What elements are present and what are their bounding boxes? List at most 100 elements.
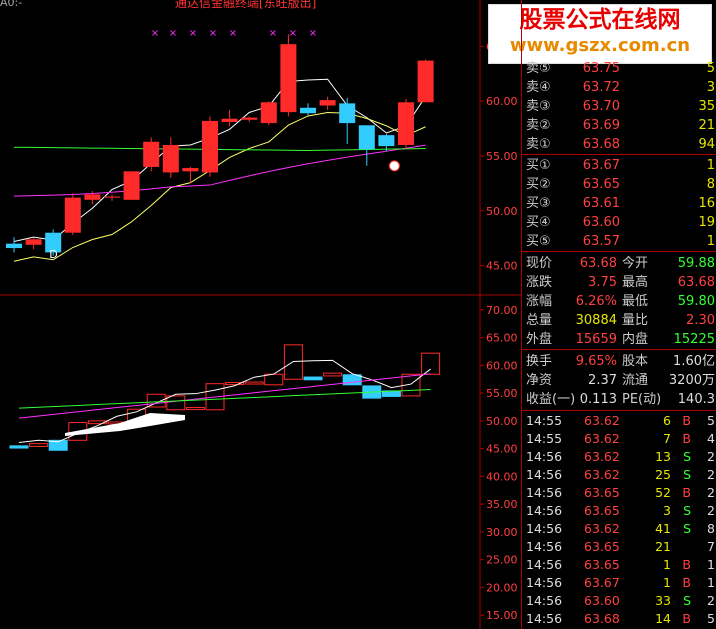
tick-side: B bbox=[682, 557, 691, 572]
finance-value: 3200万 bbox=[668, 373, 715, 388]
bid-row[interactable]: 买① 63.67 1 bbox=[522, 157, 716, 175]
bid-volume: 19 bbox=[698, 215, 715, 230]
formula-bar-up bbox=[264, 373, 284, 386]
bid-volume: 16 bbox=[698, 196, 715, 211]
bid-row[interactable]: 买⑤ 63.57 1 bbox=[522, 233, 716, 251]
tick-side: S bbox=[683, 521, 691, 536]
tick-time: 14:56 bbox=[526, 467, 563, 482]
finance-label: 换手 bbox=[526, 354, 553, 369]
tick-time: 14:56 bbox=[526, 521, 563, 536]
tick-price: 63.62 bbox=[584, 431, 620, 446]
candle-down bbox=[6, 243, 22, 249]
tick-time: 14:56 bbox=[526, 503, 563, 518]
ticks-divider bbox=[522, 410, 716, 411]
candle-up bbox=[182, 168, 199, 172]
stat-row[interactable]: 涨跌 3.75 最高 63.68 bbox=[522, 274, 716, 292]
bid-row[interactable]: 买④ 63.60 19 bbox=[522, 214, 716, 232]
tick-time: 14:56 bbox=[526, 485, 563, 500]
tick-row[interactable]: 14:55 63.62 6 B 5 bbox=[522, 412, 716, 430]
tick-row[interactable]: 14:56 63.65 1 B 1 bbox=[522, 556, 716, 574]
tick-side: B bbox=[682, 611, 691, 626]
ask-label: 卖① bbox=[526, 137, 551, 152]
stat-label: 现价 bbox=[526, 256, 553, 271]
candle-up bbox=[84, 194, 101, 200]
formula-bar-down bbox=[303, 376, 323, 381]
tick-row[interactable]: 14:56 63.68 14 B 5 bbox=[522, 610, 716, 628]
tick-count: 2 bbox=[707, 467, 715, 482]
tick-row[interactable]: 14:56 63.62 41 S 8 bbox=[522, 520, 716, 538]
tick-time: 14:56 bbox=[526, 575, 563, 590]
stat-row[interactable]: 现价 63.68 今开 59.88 bbox=[522, 255, 716, 273]
tick-count: 4 bbox=[707, 431, 715, 446]
tick-volume: 1 bbox=[663, 575, 671, 590]
tick-volume: 13 bbox=[655, 449, 671, 464]
candle-down bbox=[339, 103, 356, 124]
formula-bar-up bbox=[323, 372, 343, 377]
chart-area[interactable]: 65.0060.0055.0050.0045.0070.0065.0060.00… bbox=[0, 0, 521, 629]
ask-row[interactable]: 卖③ 63.70 35 bbox=[522, 98, 716, 116]
stat-value: 63.68 bbox=[677, 275, 715, 290]
formula-ma60-line bbox=[18, 388, 431, 409]
kline-tick-label: 50.00 bbox=[486, 205, 518, 218]
tick-row[interactable]: 14:56 63.60 33 S 2 bbox=[522, 592, 716, 610]
stat-row[interactable]: 总量 30884 量比 2.30 bbox=[522, 312, 716, 330]
ask-volume: 21 bbox=[698, 118, 715, 133]
tick-volume: 52 bbox=[655, 485, 671, 500]
stat-label: 最低 bbox=[622, 294, 649, 309]
tick-row[interactable]: 14:55 63.62 7 B 4 bbox=[522, 430, 716, 448]
finance-row[interactable]: 收益(一) 0.113 PE(动) 140.3 bbox=[522, 391, 716, 409]
ask-volume: 3 bbox=[706, 80, 715, 95]
stat-label: 涨幅 bbox=[526, 294, 553, 309]
quote-panel: 卖⑤ 63.75 5 卖④ 63.72 3 卖③ 63.70 35 卖② 63.69 21 卖① 63.6… bbox=[521, 0, 716, 629]
formula-bar-up bbox=[185, 407, 205, 411]
indicator-label: A0:- bbox=[0, 0, 23, 9]
ask-row[interactable]: 卖④ 63.72 3 bbox=[522, 79, 716, 97]
tick-row[interactable]: 14:56 63.67 1 B 1 bbox=[522, 574, 716, 592]
tick-count: 1 bbox=[707, 575, 715, 590]
formula-white-band bbox=[65, 413, 185, 436]
ask-row[interactable]: 卖② 63.69 21 bbox=[522, 117, 716, 135]
tick-count: 2 bbox=[707, 593, 715, 608]
candle-up bbox=[260, 102, 277, 124]
stat-row[interactable]: 涨幅 6.26% 最低 59.80 bbox=[522, 293, 716, 311]
formula-bar-up bbox=[421, 352, 441, 375]
ask-price: 63.75 bbox=[582, 61, 620, 76]
candle-up bbox=[417, 60, 434, 103]
stat-value: 3.75 bbox=[588, 275, 617, 290]
tick-row[interactable]: 14:56 63.62 25 S 2 bbox=[522, 466, 716, 484]
stat-value: 59.80 bbox=[677, 294, 715, 309]
tick-volume: 21 bbox=[655, 539, 671, 554]
stat-row[interactable]: 外盘 15659 内盘 15225 bbox=[522, 331, 716, 349]
formula-bar-up bbox=[244, 381, 264, 385]
finance-value: 0.113 bbox=[579, 392, 617, 407]
bid-price: 63.57 bbox=[582, 234, 620, 249]
formula-tick-label: 70.00 bbox=[486, 304, 518, 317]
tick-row[interactable]: 14:56 63.65 21 7 bbox=[522, 538, 716, 556]
finance-label: 净资 bbox=[526, 373, 553, 388]
formula-bar-up bbox=[166, 395, 186, 411]
signal-marker-icon: × bbox=[289, 28, 297, 39]
stat-label: 内盘 bbox=[622, 332, 649, 347]
finance-label: 股本 bbox=[622, 354, 649, 369]
ask-row[interactable]: 卖① 63.68 94 bbox=[522, 136, 716, 154]
candlestick-chart[interactable]: 65.0060.0055.0050.0045.0070.0065.0060.00… bbox=[0, 0, 521, 629]
tick-side: B bbox=[682, 485, 691, 500]
tick-volume: 3 bbox=[663, 503, 671, 518]
marker-label: D bbox=[49, 248, 57, 261]
candle-up bbox=[398, 102, 414, 146]
tick-time: 14:56 bbox=[526, 611, 563, 626]
candle-up bbox=[143, 141, 160, 167]
bid-row[interactable]: 买② 63.65 8 bbox=[522, 176, 716, 194]
bid-row[interactable]: 买③ 63.61 16 bbox=[522, 195, 716, 213]
tick-price: 63.62 bbox=[584, 413, 620, 428]
finance-row[interactable]: 净资 2.37 流通 3200万 bbox=[522, 372, 716, 390]
ask-row[interactable]: 卖⑤ 63.75 5 bbox=[522, 60, 716, 78]
tick-side: S bbox=[683, 593, 691, 608]
formula-tick-label: 45.00 bbox=[486, 443, 518, 456]
finance-row[interactable]: 换手 9.65% 股本 1.60亿 bbox=[522, 353, 716, 371]
tick-row[interactable]: 14:56 63.62 13 S 2 bbox=[522, 448, 716, 466]
candle-up bbox=[319, 100, 336, 106]
tick-volume: 25 bbox=[655, 467, 671, 482]
tick-row[interactable]: 14:56 63.65 52 B 2 bbox=[522, 484, 716, 502]
tick-row[interactable]: 14:56 63.65 3 S 2 bbox=[522, 502, 716, 520]
